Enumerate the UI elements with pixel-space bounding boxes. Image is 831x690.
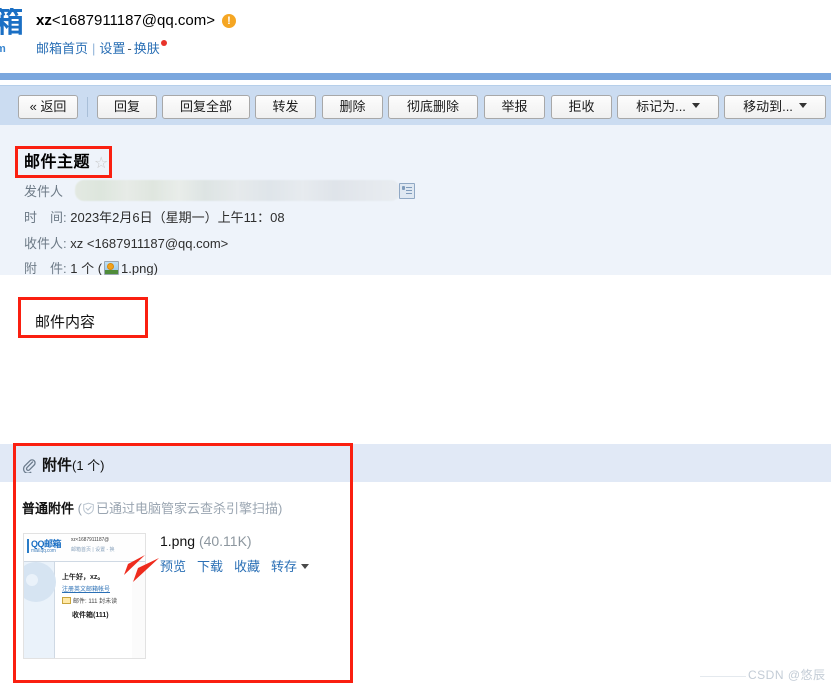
mail-row-date-value: 2023年2月6日（星期一）上午11：08 (70, 210, 285, 225)
toolbar-button-3[interactable]: 转发 (255, 95, 316, 119)
annotation-label-content: 邮件内容 (35, 314, 96, 331)
toolbar-button-9[interactable]: 移动到... (724, 95, 826, 119)
thumbnail-inbox: 收件箱(111) (72, 612, 109, 619)
toolbar-button-label: 彻底删除 (406, 99, 459, 114)
toolbar-button-label: 回复全部 (179, 99, 232, 114)
attachment-panel-header: 附件(1 个) (0, 444, 831, 482)
toolbar-button-label: 转发 (272, 99, 299, 114)
mail-row-attachment-close: ) (153, 261, 158, 276)
toolbar-button-2[interactable]: 回复全部 (162, 95, 250, 119)
mail-row-recipient-value: xz <1687911187@qq.com> (70, 236, 229, 251)
mail-row-attachment-label: 附 件: (24, 261, 67, 276)
ordinary-attachment-label: 普通附件 (22, 501, 75, 516)
attachment-panel-count: (1 个) (72, 458, 105, 473)
attachment-download-link[interactable]: 下载 (197, 559, 223, 574)
thumbnail-greeting: 上午好，xz。 (62, 574, 105, 581)
nav-dash: - (127, 41, 132, 56)
scan-note-text: 已通过电脑管家云查杀引擎扫描 (95, 501, 278, 516)
paperclip-icon (22, 458, 36, 474)
thumbnail-nav: 邮箱首页 | 设置 - 换 (71, 547, 115, 553)
toolbar-button-label: 移动到... (743, 99, 793, 114)
mail-row-date-label: 时 间: (24, 210, 67, 225)
chevron-down-icon[interactable] (301, 564, 310, 569)
toolbar-divider (87, 97, 88, 117)
scan-note-close: ) (278, 501, 283, 516)
contact-card-icon[interactable] (399, 183, 415, 199)
star-icon[interactable]: ☆ (94, 153, 108, 173)
mail-row-sender: 发件人 (24, 181, 63, 200)
thumbnail-mail-text: 邮件: 111 封未读 (73, 599, 118, 605)
attachment-file-actions: 预览 下载 收藏 转存 (160, 556, 310, 575)
nav-settings[interactable]: 设置 (99, 41, 125, 56)
attachment-preview-link[interactable]: 预览 (160, 559, 186, 574)
mail-subject-wrap: 邮件主题 ☆ (24, 148, 108, 173)
mail-subject: 邮件主题 (24, 154, 91, 171)
attachment-favorite-link[interactable]: 收藏 (234, 559, 260, 574)
sender-blurred-value (75, 180, 400, 201)
attachment-thumbnail[interactable]: QQ邮箱 mail.qq.com xz<1687911187@ 邮箱首页 | 设… (23, 533, 146, 659)
thumbnail-register-link: 注册英文邮箱帐号 (62, 587, 111, 593)
mail-row-attachment-count: 1 个 ( (70, 261, 103, 276)
annotation-box-content: 邮件内容 (18, 297, 148, 338)
warning-icon[interactable]: ! (221, 14, 236, 28)
attachment-file-name: 1.png (160, 533, 196, 549)
thumbnail-logo-en: mail.qq.com (31, 548, 56, 554)
shield-check-icon (82, 502, 95, 515)
image-file-icon (104, 261, 120, 275)
account-line: xz<1687911187@qq.com>! (36, 12, 236, 29)
thumbnail-mascot-eye (26, 574, 38, 586)
nav-separator: | (92, 41, 96, 56)
account-name: xz (36, 12, 52, 29)
mail-row-recipient-label: 收件人: (24, 236, 67, 251)
toolbar-button-4[interactable]: 删除 (322, 95, 383, 119)
toolbar-button-8[interactable]: 标记为... (617, 95, 719, 119)
qqmail-logo-cn: 箱 (0, 8, 22, 39)
attachment-file-name-row: 1.png (40.11K) (160, 533, 252, 549)
attachment-saveto-link[interactable]: 转存 (271, 559, 297, 574)
nav-skin[interactable]: 换肤 (134, 41, 160, 56)
mail-row-attachment-name[interactable]: 1.png (121, 261, 154, 276)
toolbar-button-7[interactable]: 拒收 (551, 95, 612, 119)
watermark-rule (700, 676, 746, 677)
thumbnail-envelope-icon (62, 597, 71, 604)
mail-row-recipient: 收件人: xz <1687911187@qq.com> (24, 233, 228, 252)
ordinary-attachment-row: 普通附件 ( 已通过电脑管家云查杀引擎扫描) (22, 498, 282, 517)
toolbar-button-label: 举报 (501, 99, 528, 114)
qqmail-logo-en: m (0, 43, 6, 55)
account-header: 箱 m xz<1687911187@qq.com>! 邮箱首页 | 设置 - 换肤 (0, 0, 831, 72)
account-address: <1687911187@qq.com> (51, 12, 215, 29)
toolbar-button-label: 标记为... (636, 99, 686, 114)
mail-row-date: 时 间: 2023年2月6日（星期一）上午11：08 (24, 207, 285, 226)
attachment-file-size: (40.11K) (198, 533, 252, 549)
mail-row-sender-label: 发件人 (24, 184, 64, 199)
qqmail-logo: 箱 m (0, 8, 22, 58)
thumbnail-logo-bar (27, 539, 29, 553)
toolbar-button-label: 删除 (339, 99, 366, 114)
attachment-panel-header-inner: 附件(1 个) (22, 454, 105, 475)
toolbar-button-6[interactable]: 举报 (484, 95, 545, 119)
toolbar-button-1[interactable]: 回复 (97, 95, 157, 119)
annotation-red-arrow-icon (126, 556, 160, 586)
new-badge-dot (160, 40, 167, 46)
header-blue-band (0, 73, 831, 80)
csdn-watermark: CSDN @悠辰 (748, 668, 826, 682)
thumbnail-mail-row: 邮件: 111 封未读 (62, 596, 117, 605)
mail-toolbar: « 返回 回复 回复全部 转发 删除 彻底删除 举报 拒收 标记为... 移动到... (0, 85, 831, 126)
toolbar-button-5[interactable]: 彻底删除 (388, 95, 478, 119)
toolbar-button-label: « 返回 (29, 99, 67, 114)
attachment-panel-title: 附件 (42, 457, 73, 474)
toolbar-button-0[interactable]: « 返回 (18, 95, 78, 119)
chevron-down-icon[interactable] (798, 103, 807, 108)
nav-mail-home[interactable]: 邮箱首页 (36, 41, 88, 56)
chevron-down-icon[interactable] (691, 103, 700, 108)
header-nav: 邮箱首页 | 设置 - 换肤 (36, 38, 167, 57)
toolbar-button-label: 拒收 (568, 99, 595, 114)
thumbnail-account: xz<1687911187@ (71, 537, 110, 543)
toolbar-button-label: 回复 (113, 99, 140, 114)
